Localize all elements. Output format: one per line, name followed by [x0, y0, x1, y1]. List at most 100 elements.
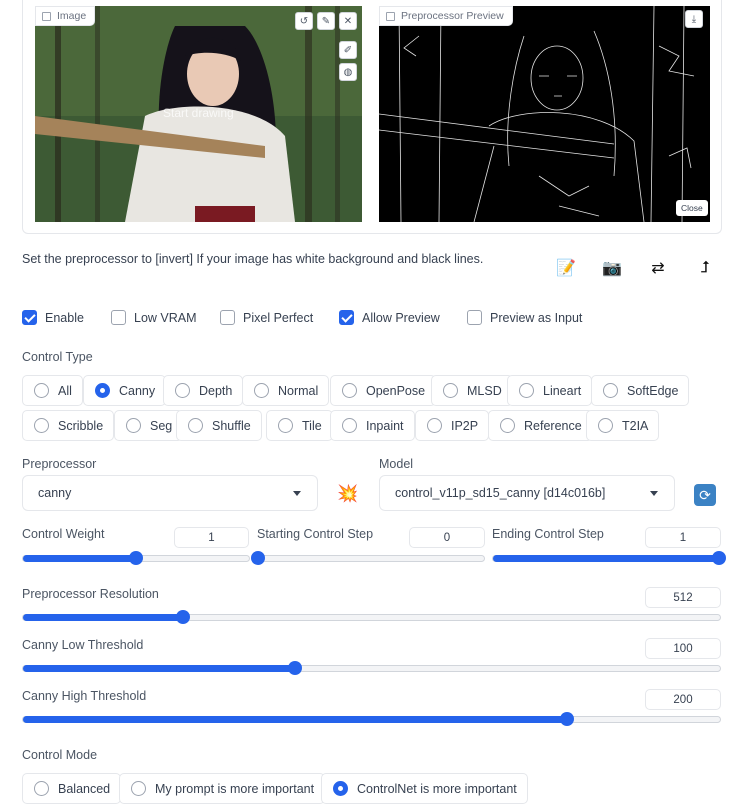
radio-icon — [427, 418, 442, 433]
preview-as-input-checkbox[interactable]: Preview as Input — [467, 310, 582, 325]
pixel-perfect-checkbox[interactable]: Pixel Perfect — [220, 310, 313, 325]
invert-hint-text: Set the preprocessor to [invert] If your… — [22, 252, 484, 266]
slider-fill — [23, 614, 184, 621]
control-type-label: Control Type — [22, 350, 93, 364]
control-type-mlsd[interactable]: MLSD — [431, 375, 513, 406]
model-dropdown[interactable]: control_v11p_sd15_canny [d14c016b] — [379, 475, 675, 511]
checkbox-unchecked-icon — [467, 310, 482, 325]
radio-icon — [131, 781, 146, 796]
camera-icon[interactable]: 📷 — [599, 255, 625, 281]
checkbox-label: Allow Preview — [362, 310, 440, 325]
palette-icon[interactable]: ◍ — [339, 63, 357, 81]
radio-icon — [175, 383, 190, 398]
ending-step-input[interactable]: 1 — [645, 527, 721, 548]
slider-fill — [23, 716, 567, 723]
radio-icon — [342, 418, 357, 433]
control-type-canny[interactable]: Canny — [83, 375, 167, 406]
radio-label: SoftEdge — [627, 383, 679, 398]
canny-high-threshold-slider[interactable] — [22, 712, 721, 726]
slider-thumb[interactable] — [559, 712, 574, 726]
control-type-seg[interactable]: Seg — [114, 410, 184, 441]
canny-high-threshold-input[interactable]: 200 — [645, 689, 721, 710]
preprocessor-dropdown[interactable]: canny — [22, 475, 318, 511]
control-mode-balanced[interactable]: Balanced — [22, 773, 122, 804]
brush-icon[interactable]: ✐ — [339, 41, 357, 59]
chevron-down-icon — [650, 490, 658, 496]
control-type-all[interactable]: All — [22, 375, 83, 406]
close-icon[interactable]: ✕ — [339, 12, 357, 30]
starting-step-slider[interactable] — [251, 551, 485, 565]
preprocessor-preview-image — [379, 6, 710, 222]
checkbox-unchecked-icon — [220, 310, 235, 325]
starting-step-input[interactable]: 0 — [409, 527, 485, 548]
radio-icon — [254, 383, 269, 398]
allow-preview-checkbox[interactable]: Allow Preview — [339, 310, 440, 325]
checkbox-label: Enable — [45, 310, 84, 325]
radio-icon — [500, 418, 515, 433]
canny-high-threshold-label: Canny High Threshold — [22, 689, 147, 703]
preprocessor-label: Preprocessor — [22, 457, 97, 471]
canny-low-threshold-label: Canny Low Threshold — [22, 638, 144, 652]
radio-icon — [34, 781, 49, 796]
control-type-normal[interactable]: Normal — [242, 375, 330, 406]
radio-label: MLSD — [467, 383, 502, 398]
image-icon — [386, 11, 395, 21]
preprocessor-resolution-slider[interactable] — [22, 610, 721, 624]
control-weight-slider[interactable] — [22, 551, 250, 565]
notepad-icon[interactable]: 📝 — [553, 255, 579, 281]
radio-icon — [598, 418, 613, 433]
slider-thumb[interactable] — [129, 551, 143, 565]
image-panel-label: Image — [35, 6, 96, 26]
low-vram-checkbox[interactable]: Low VRAM — [111, 310, 197, 325]
send-up-icon[interactable]: ⮥ — [692, 255, 718, 281]
control-mode-controlnet-important[interactable]: ControlNet is more important — [321, 773, 528, 804]
radio-label: Canny — [119, 383, 156, 398]
radio-label: Reference — [524, 418, 582, 433]
checkbox-checked-icon — [22, 310, 37, 325]
preprocessor-value: canny — [38, 486, 72, 500]
control-type-tile[interactable]: Tile — [266, 410, 333, 441]
ending-step-slider[interactable] — [492, 551, 726, 565]
radio-icon — [342, 383, 357, 398]
preview-panel-label: Preprocessor Preview — [379, 6, 513, 26]
control-type-t2ia[interactable]: T2IA — [586, 410, 660, 441]
slider-thumb[interactable] — [176, 610, 191, 624]
canny-low-threshold-input[interactable]: 100 — [645, 638, 721, 659]
radio-icon — [188, 418, 203, 433]
enable-checkbox[interactable]: Enable — [22, 310, 84, 325]
radio-label: Lineart — [543, 383, 582, 398]
undo-icon[interactable]: ↺ — [295, 12, 313, 30]
control-type-scribble[interactable]: Scribble — [22, 410, 115, 441]
swap-icon[interactable]: ⇄ — [645, 255, 671, 281]
control-type-openpose[interactable]: OpenPose — [330, 375, 437, 406]
edge-map-image — [379, 6, 710, 222]
radio-icon — [278, 418, 293, 433]
radio-label: Normal — [278, 383, 319, 398]
control-type-shuffle[interactable]: Shuffle — [176, 410, 262, 441]
explosion-icon[interactable]: 💥 — [337, 484, 358, 504]
control-mode-prompt-important[interactable]: My prompt is more important — [119, 773, 326, 804]
control-type-reference[interactable]: Reference — [488, 410, 593, 441]
control-type-lineart[interactable]: Lineart — [507, 375, 593, 406]
slider-thumb[interactable] — [251, 551, 265, 565]
model-label: Model — [379, 457, 414, 471]
control-type-softedge[interactable]: SoftEdge — [591, 375, 690, 406]
radio-label: All — [58, 383, 72, 398]
preview-close-button[interactable]: Close — [676, 200, 708, 216]
control-weight-input[interactable]: 1 — [174, 527, 249, 548]
radio-label: IP2P — [451, 418, 479, 433]
radio-label: Depth — [199, 383, 233, 398]
refresh-icon[interactable]: ⟳ — [694, 484, 716, 506]
checkbox-label: Preview as Input — [490, 310, 583, 325]
image-icon — [42, 11, 51, 21]
slider-thumb[interactable] — [287, 661, 302, 675]
control-type-inpaint[interactable]: Inpaint — [330, 410, 415, 441]
control-type-ip2p[interactable]: IP2P — [415, 410, 490, 441]
preprocessor-resolution-input[interactable]: 512 — [645, 587, 721, 608]
slider-thumb[interactable] — [712, 551, 726, 565]
control-type-depth[interactable]: Depth — [163, 375, 244, 406]
radio-label: ControlNet is more important — [357, 781, 517, 796]
canny-low-threshold-slider[interactable] — [22, 661, 721, 675]
edit-icon[interactable]: ✎ — [317, 12, 335, 30]
download-icon[interactable]: ⤓ — [685, 10, 703, 28]
